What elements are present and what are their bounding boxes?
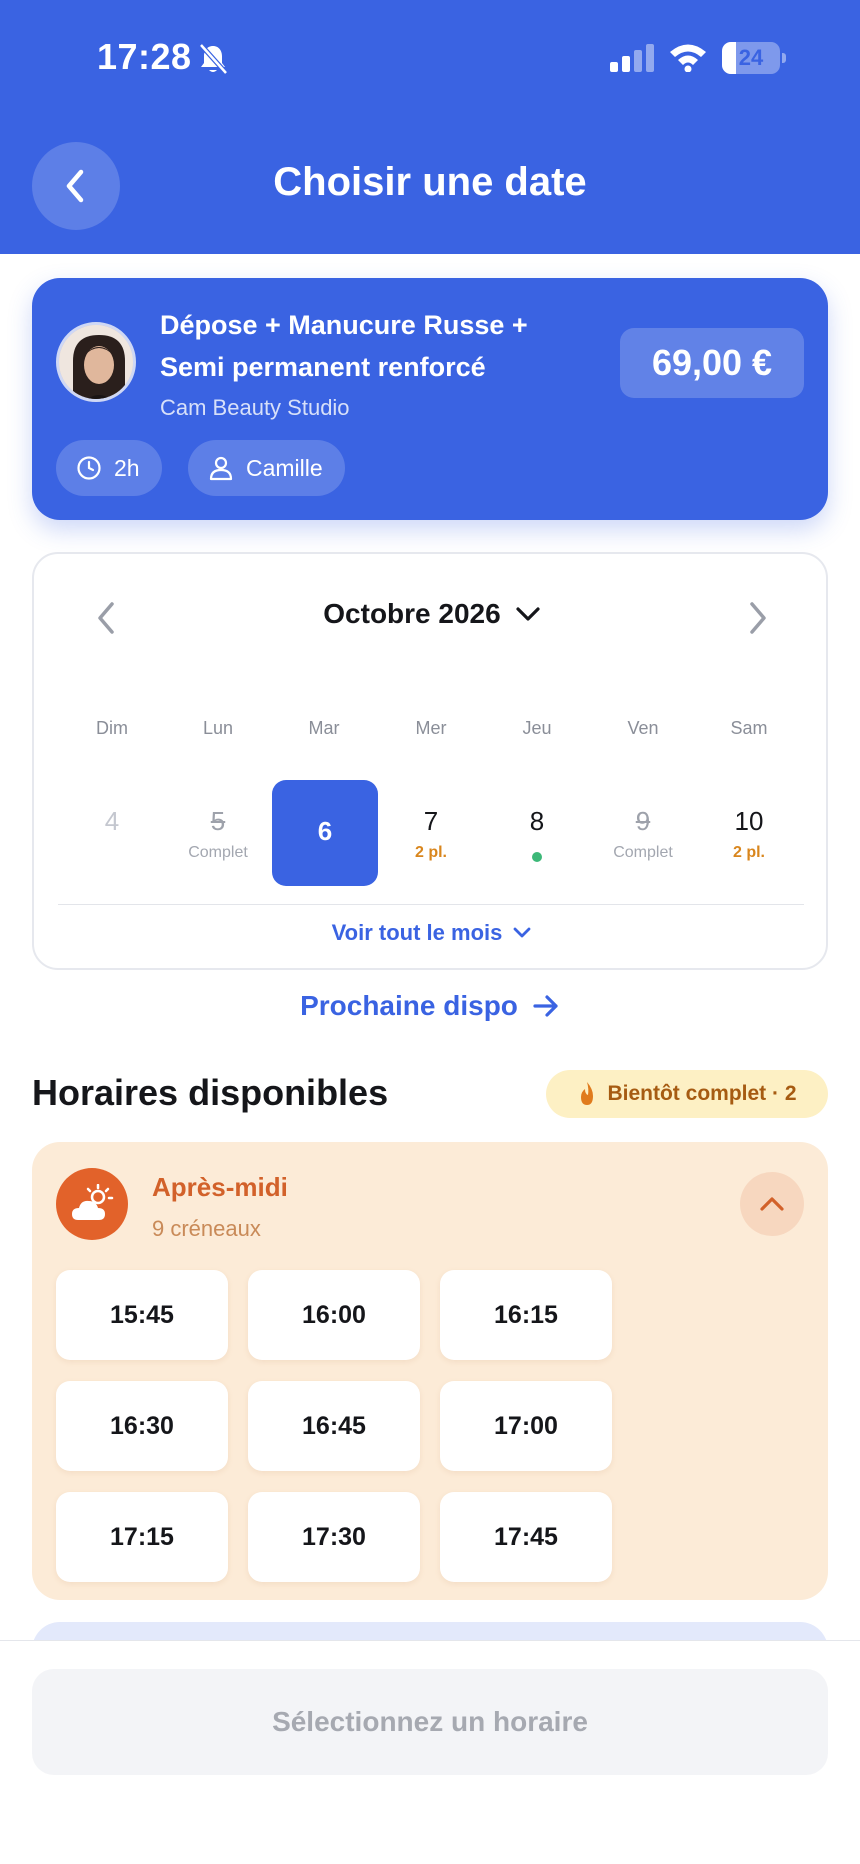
day-status: Complet <box>188 844 248 861</box>
person-icon <box>209 456 233 481</box>
badge-label: Bientôt complet · 2 <box>607 1082 797 1105</box>
afternoon-slots-panel: Après-midi 9 créneaux 15:45 16:00 16:15 … <box>32 1142 828 1600</box>
time-slot-button[interactable]: 16:45 <box>248 1381 420 1471</box>
service-price: 69,00 € <box>620 328 804 398</box>
service-name: Dépose + Manucure Russe + Semi permanent… <box>160 310 528 382</box>
staff-label: Camille <box>246 454 323 481</box>
sun-cloud-icon <box>72 1184 114 1220</box>
day-number: 8 <box>529 806 545 836</box>
battery-indicator: 24 <box>722 42 786 74</box>
time-slot-button[interactable]: 17:15 <box>56 1492 228 1582</box>
day-number: 6 <box>317 816 333 846</box>
service-summary-card: Dépose + Manucure Russe + Semi permanent… <box>32 278 828 520</box>
cellular-signal-icon <box>610 44 654 72</box>
weekday-label: Jeu <box>522 718 552 738</box>
section-title: Horaires disponibles <box>32 1072 389 1113</box>
time-slot-button[interactable]: 17:30 <box>248 1492 420 1582</box>
weekday-label: Sam <box>730 718 768 738</box>
chevron-down-icon <box>513 927 531 938</box>
calendar-day[interactable]: 8 <box>484 780 590 886</box>
calendar-day: 9 Complet <box>590 780 696 886</box>
day-number: 10 <box>734 806 764 836</box>
availability-dot <box>532 852 542 862</box>
clock-icon <box>77 456 101 480</box>
afternoon-icon-badge <box>56 1168 128 1240</box>
time-slot-button[interactable]: 16:00 <box>248 1270 420 1360</box>
calendar-card: Octobre 2026 Dim Lun Mar Mer Jeu Ven Sam… <box>32 552 828 970</box>
divider <box>58 904 804 905</box>
time-slot-button[interactable]: 16:15 <box>440 1270 612 1360</box>
day-number: 4 <box>104 806 120 836</box>
staff-chip: Camille <box>188 440 345 496</box>
arrow-right-icon <box>533 995 558 1017</box>
see-month-label: Voir tout le mois <box>331 920 503 945</box>
time-slot-button[interactable]: 17:45 <box>440 1492 612 1582</box>
calendar-day[interactable]: 7 2 pl. <box>378 780 484 886</box>
slot-count: 9 créneaux <box>152 1216 261 1241</box>
time-slot-button[interactable]: 15:45 <box>56 1270 228 1360</box>
bell-muted-icon <box>199 43 228 75</box>
battery-percent: 24 <box>738 45 764 70</box>
studio-name: Cam Beauty Studio <box>160 395 350 420</box>
page-title: Choisir une date <box>273 160 587 204</box>
calendar-day[interactable]: 10 2 pl. <box>696 780 802 886</box>
next-available-button[interactable]: Prochaine dispo <box>0 990 860 1022</box>
day-status: Complet <box>613 844 673 861</box>
weekday-label: Lun <box>202 718 234 738</box>
weekday-label: Dim <box>96 718 128 738</box>
next-available-label: Prochaine dispo <box>300 990 518 1021</box>
duration-chip: 2h <box>56 440 162 496</box>
month-label: Octobre 2026 <box>323 598 501 629</box>
day-status: 2 pl. <box>414 844 447 861</box>
period-title: Après-midi <box>152 1172 288 1202</box>
calendar-day: 4 <box>59 780 165 886</box>
time-slot-button[interactable]: 17:00 <box>440 1381 612 1471</box>
bottom-action-bar: Sélectionnez un horaire <box>0 1640 860 1864</box>
calendar-day-selected[interactable]: 6 <box>272 780 378 886</box>
duration-label: 2h <box>114 454 140 481</box>
day-number: 5 <box>210 806 226 836</box>
chevron-down-icon <box>516 607 540 621</box>
wifi-icon <box>670 44 706 72</box>
status-time: 17:28 <box>97 36 192 77</box>
weekday-label: Mar <box>308 718 340 738</box>
month-selector[interactable]: Octobre 2026 <box>34 598 830 630</box>
calendar-day: 5 Complet <box>165 780 271 886</box>
time-slot-button[interactable]: 16:30 <box>56 1381 228 1471</box>
day-status: 2 pl. <box>732 844 765 861</box>
day-number: 9 <box>635 806 651 836</box>
weekday-label: Mer <box>415 718 447 738</box>
almost-full-badge: Bientôt complet · 2 <box>546 1070 828 1118</box>
chevron-right-icon[interactable] <box>742 598 772 638</box>
header: 17:28 24 Choisir une date <box>0 0 860 254</box>
see-full-month-button[interactable]: Voir tout le mois <box>34 920 830 946</box>
day-number: 7 <box>423 806 439 836</box>
weekday-label: Ven <box>627 718 659 738</box>
chevron-up-icon <box>760 1197 784 1211</box>
collapse-button[interactable] <box>740 1172 804 1236</box>
flame-icon <box>581 1082 594 1105</box>
select-time-button[interactable]: Sélectionnez un horaire <box>32 1669 828 1775</box>
stylist-avatar <box>56 322 136 402</box>
